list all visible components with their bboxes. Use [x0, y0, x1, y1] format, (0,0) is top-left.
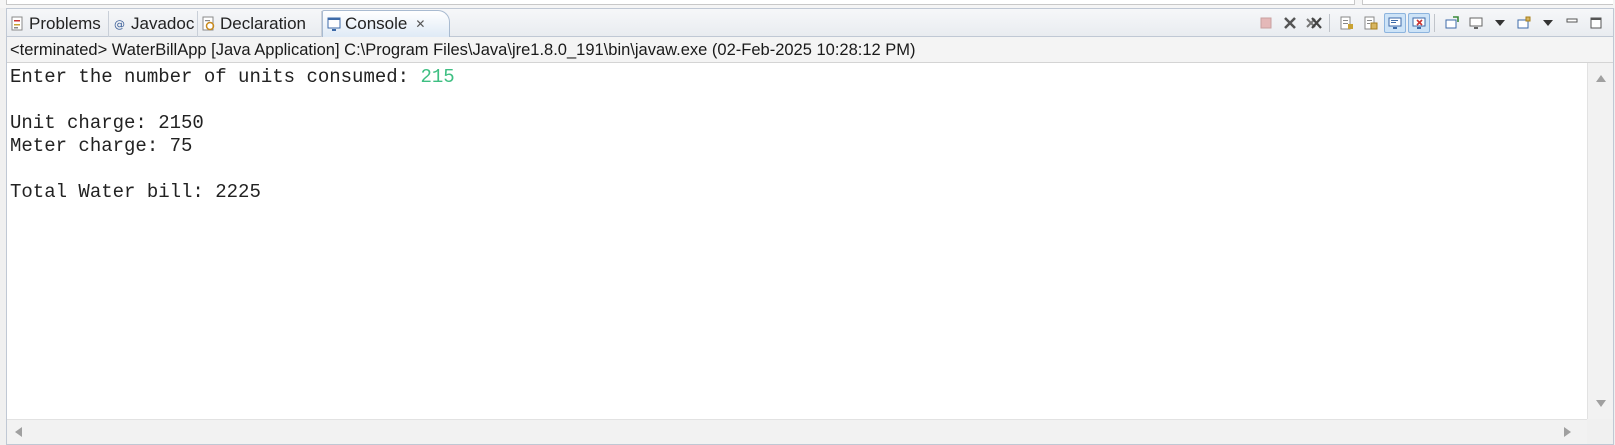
console-icon [327, 16, 341, 32]
declaration-icon [202, 16, 216, 32]
display-selected-console-dropdown-icon[interactable] [1489, 13, 1511, 33]
console-output[interactable]: Enter the number of units consumed: 215 … [7, 63, 1587, 419]
console-toolbar [1253, 12, 1607, 34]
scroll-lock-icon[interactable] [1336, 13, 1358, 33]
javadoc-icon: @ [113, 16, 127, 32]
show-console-on-output-icon[interactable] [1384, 13, 1406, 33]
display-selected-console-icon[interactable] [1465, 13, 1487, 33]
console-prompt: Enter the number of units consumed: [10, 66, 421, 88]
console-line: Meter charge: 75 [10, 135, 193, 157]
pin-console-icon[interactable] [1441, 13, 1463, 33]
vertical-scrollbar[interactable] [1587, 63, 1613, 419]
scroll-right-arrow-icon[interactable] [1564, 427, 1571, 437]
horizontal-scrollbar[interactable] [7, 419, 1587, 444]
scroll-left-arrow-icon[interactable] [15, 427, 22, 437]
tab-javadoc-label: Javadoc [131, 14, 195, 33]
tab-problems[interactable]: Problems [7, 11, 109, 37]
tab-console-label: Console [345, 14, 408, 33]
side-panel-edge [1362, 0, 1613, 5]
maximize-icon[interactable] [1585, 13, 1607, 33]
view-tab-bar: Problems @ Javadoc Declaration Console ✕ [7, 9, 1613, 37]
eclipse-window: Problems @ Javadoc Declaration Console ✕… [0, 0, 1615, 445]
svg-text:@: @ [114, 18, 125, 31]
open-console-icon[interactable] [1513, 13, 1535, 33]
close-icon[interactable]: ✕ [415, 17, 425, 31]
tab-problems-label: Problems [29, 14, 101, 33]
console-line: Enter the number of units consumed: 215 [10, 66, 1587, 89]
minimize-icon[interactable] [1561, 13, 1583, 33]
launch-description: <terminated> WaterBillApp [Java Applicat… [7, 37, 1613, 63]
editor-area-edge [6, 0, 1355, 5]
show-console-on-error-icon[interactable] [1408, 13, 1430, 33]
console-view: Problems @ Javadoc Declaration Console ✕… [6, 8, 1614, 445]
toolbar-separator [1329, 14, 1330, 32]
tab-console[interactable]: Console ✕ [322, 10, 450, 37]
console-user-input: 215 [420, 66, 455, 88]
toolbar-separator [1434, 14, 1435, 32]
terminate-icon[interactable] [1255, 13, 1277, 33]
console-line: Unit charge: 2150 [10, 112, 204, 134]
scroll-down-arrow-icon[interactable] [1596, 400, 1606, 407]
tab-declaration[interactable]: Declaration [198, 11, 322, 37]
top-editor-edge [0, 0, 1615, 8]
scrollbar-corner [1587, 419, 1613, 444]
remove-all-terminated-icon[interactable] [1303, 13, 1325, 33]
open-console-dropdown-icon[interactable] [1537, 13, 1559, 33]
scroll-up-arrow-icon[interactable] [1596, 75, 1606, 82]
remove-launch-icon[interactable] [1279, 13, 1301, 33]
tab-declaration-label: Declaration [220, 14, 306, 33]
console-line: Total Water bill: 2225 [10, 181, 261, 203]
problems-icon [11, 16, 25, 32]
tab-javadoc[interactable]: @ Javadoc [109, 11, 198, 37]
word-wrap-icon[interactable] [1360, 13, 1382, 33]
